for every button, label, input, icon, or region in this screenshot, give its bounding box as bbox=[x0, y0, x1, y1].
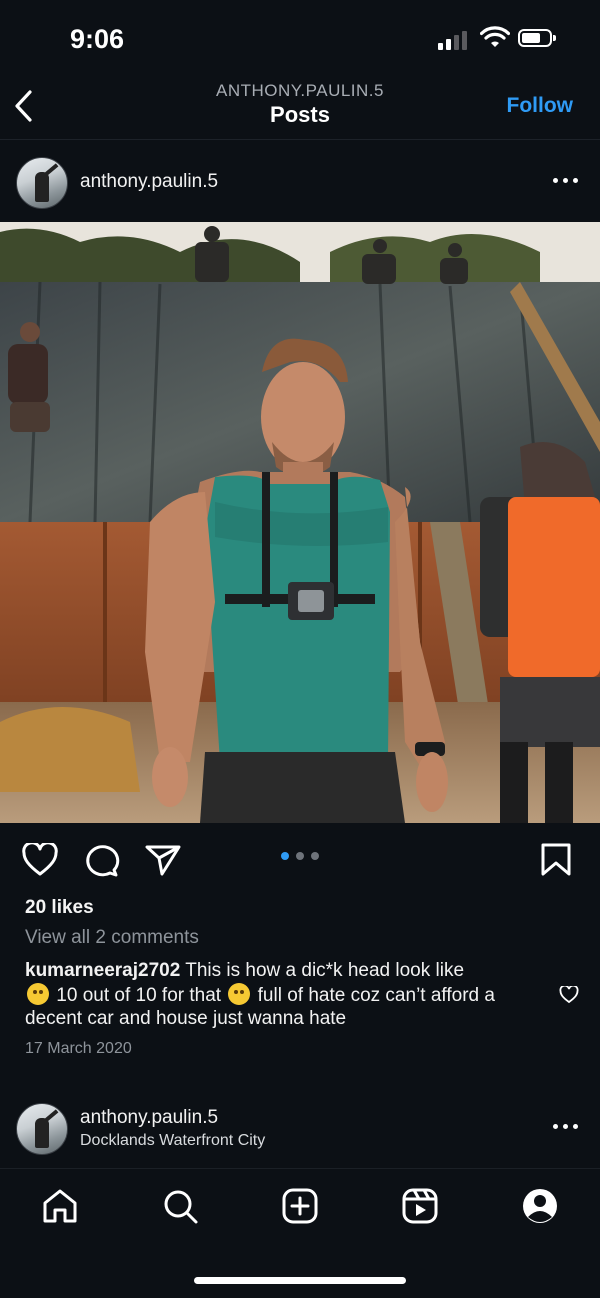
post-image[interactable] bbox=[0, 222, 600, 823]
reels-icon bbox=[402, 1188, 438, 1224]
send-icon bbox=[145, 845, 181, 876]
cellular-signal-icon bbox=[438, 30, 470, 50]
profile-icon bbox=[523, 1189, 557, 1223]
comment-button[interactable] bbox=[84, 843, 120, 877]
search-icon bbox=[164, 1190, 198, 1224]
likes-count[interactable]: 20 likes bbox=[25, 897, 94, 919]
more-options-button[interactable] bbox=[553, 177, 579, 185]
comment-like-button[interactable] bbox=[559, 984, 579, 1004]
next-post-more-button[interactable] bbox=[553, 1123, 579, 1131]
heart-icon bbox=[559, 984, 579, 1004]
heart-icon bbox=[22, 841, 58, 876]
nav-divider bbox=[0, 1168, 600, 1169]
header-divider bbox=[0, 139, 600, 140]
save-button[interactable] bbox=[540, 843, 572, 877]
bookmark-icon bbox=[541, 843, 571, 876]
next-post-username[interactable]: anthony.paulin.5 bbox=[80, 1107, 218, 1129]
create-icon bbox=[282, 1188, 318, 1224]
comment-part-2: 10 out of 10 for that bbox=[56, 984, 222, 1006]
comment-author[interactable]: kumarneeraj2702 bbox=[25, 960, 180, 981]
comment-icon bbox=[86, 845, 120, 877]
carousel-indicator bbox=[281, 852, 321, 862]
nav-home-button[interactable] bbox=[40, 1186, 80, 1226]
status-time: 9:06 bbox=[70, 24, 125, 54]
laughing-emoji-icon bbox=[27, 982, 49, 1005]
follow-button[interactable]: Follow bbox=[507, 94, 574, 118]
home-icon bbox=[43, 1189, 77, 1223]
carousel-dot bbox=[296, 852, 304, 860]
post-photo bbox=[0, 222, 600, 823]
next-post-avatar[interactable] bbox=[16, 1103, 68, 1155]
avatar[interactable] bbox=[16, 157, 68, 209]
nav-profile-button[interactable] bbox=[520, 1186, 560, 1226]
comment-part-1: This is how a dic*k head look like bbox=[185, 960, 465, 981]
comment-text: kumarneeraj2702 This is how a dic*k head… bbox=[25, 959, 545, 1031]
battery-icon bbox=[518, 29, 556, 47]
post-date: 17 March 2020 bbox=[25, 1040, 132, 1057]
next-post-location[interactable]: Docklands Waterfront City bbox=[80, 1132, 265, 1150]
view-comments-link[interactable]: View all 2 comments bbox=[25, 927, 199, 949]
nav-reels-button[interactable] bbox=[400, 1186, 440, 1226]
like-button[interactable] bbox=[22, 841, 58, 877]
share-button[interactable] bbox=[145, 843, 181, 877]
sweat-smile-emoji-icon bbox=[228, 982, 251, 1005]
nav-create-button[interactable] bbox=[280, 1186, 320, 1226]
carousel-dot-active bbox=[281, 852, 289, 860]
nav-search-button[interactable] bbox=[160, 1186, 200, 1226]
carousel-dot bbox=[311, 852, 319, 860]
home-indicator bbox=[194, 1277, 406, 1284]
post-username[interactable]: anthony.paulin.5 bbox=[80, 171, 218, 193]
wifi-icon bbox=[479, 26, 511, 50]
